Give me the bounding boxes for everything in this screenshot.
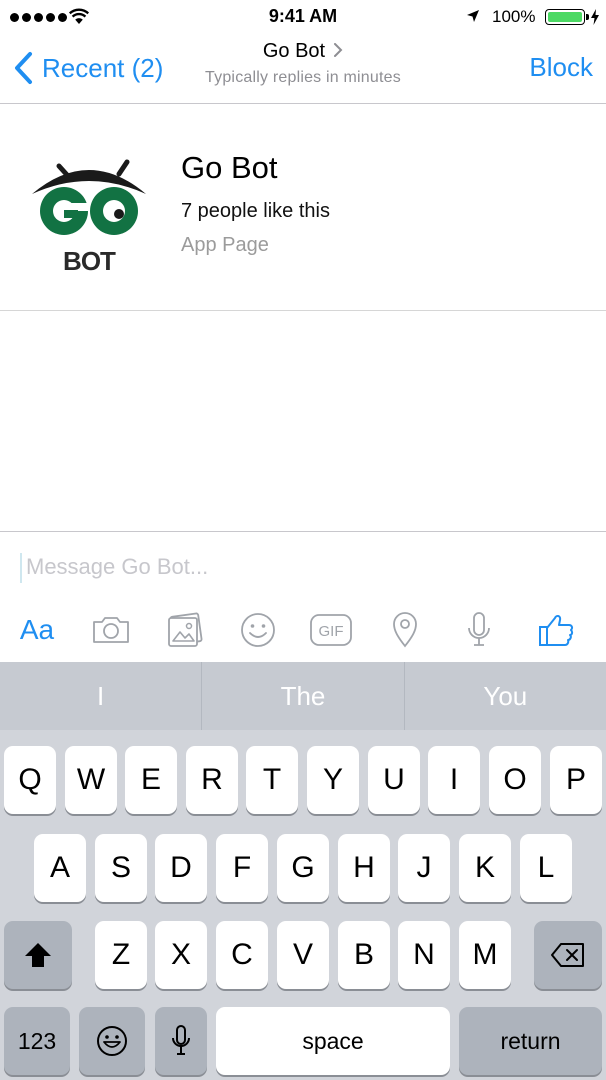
message-input[interactable] bbox=[26, 550, 586, 584]
shift-key[interactable] bbox=[4, 921, 72, 989]
key-y[interactable]: Y bbox=[307, 746, 359, 814]
chevron-right-icon bbox=[334, 43, 343, 57]
microphone-icon[interactable] bbox=[462, 610, 496, 650]
backspace-key[interactable] bbox=[534, 921, 602, 989]
photo-icon[interactable] bbox=[164, 610, 206, 650]
shift-arrow-icon bbox=[25, 943, 51, 967]
key-e[interactable]: E bbox=[125, 746, 177, 814]
key-c[interactable]: C bbox=[216, 921, 268, 989]
page-name: Go Bot bbox=[181, 150, 278, 185]
key-z[interactable]: Z bbox=[95, 921, 147, 989]
navigation-bar: Recent (2) Go Bot Typically replies in m… bbox=[0, 34, 606, 104]
suggestion-2[interactable]: The bbox=[201, 662, 403, 730]
backspace-icon bbox=[551, 943, 584, 967]
key-v[interactable]: V bbox=[277, 921, 329, 989]
keyboard: I The You Q W E R T Y U I O P A S D F G … bbox=[0, 662, 606, 1080]
key-s[interactable]: S bbox=[95, 834, 147, 902]
dictation-microphone-icon bbox=[172, 1025, 190, 1055]
battery-icon bbox=[545, 9, 585, 25]
key-k[interactable]: K bbox=[459, 834, 511, 902]
camera-icon[interactable] bbox=[90, 610, 132, 650]
key-j[interactable]: J bbox=[398, 834, 450, 902]
key-f[interactable]: F bbox=[216, 834, 268, 902]
text-cursor bbox=[20, 553, 22, 583]
chevron-left-icon bbox=[15, 52, 32, 84]
key-o[interactable]: O bbox=[489, 746, 541, 814]
key-q[interactable]: Q bbox=[4, 746, 56, 814]
key-b[interactable]: B bbox=[338, 921, 390, 989]
back-button[interactable]: Recent (2) bbox=[12, 51, 163, 85]
page-likes-count: 7 people like this bbox=[181, 200, 330, 222]
page-type: App Page bbox=[181, 234, 269, 256]
logo-bot-text: BOT bbox=[63, 246, 116, 276]
key-g[interactable]: G bbox=[277, 834, 329, 902]
emoji-icon[interactable] bbox=[238, 610, 278, 650]
charging-bolt-icon bbox=[591, 9, 599, 25]
block-button[interactable]: Block bbox=[529, 52, 593, 83]
suggestion-1[interactable]: I bbox=[0, 662, 201, 730]
key-w[interactable]: W bbox=[65, 746, 117, 814]
key-m[interactable]: M bbox=[459, 921, 511, 989]
key-r[interactable]: R bbox=[186, 746, 238, 814]
key-a[interactable]: A bbox=[34, 834, 86, 902]
gif-label: GIF bbox=[319, 623, 344, 640]
key-t[interactable]: T bbox=[246, 746, 298, 814]
message-composer: Aa GIF bbox=[0, 531, 606, 662]
text-format-label: Aa bbox=[19, 614, 55, 645]
thumbs-up-icon[interactable] bbox=[536, 610, 576, 650]
conversation-title[interactable]: Go Bot Typically replies in minutes bbox=[170, 40, 436, 87]
key-u[interactable]: U bbox=[368, 746, 420, 814]
key-x[interactable]: X bbox=[155, 921, 207, 989]
dictation-key[interactable] bbox=[155, 1007, 207, 1075]
predictive-text-bar: I The You bbox=[0, 662, 606, 730]
suggestion-3[interactable]: You bbox=[403, 662, 606, 730]
location-icon[interactable] bbox=[388, 610, 422, 650]
location-arrow-icon bbox=[467, 10, 479, 22]
return-key[interactable]: return bbox=[459, 1007, 602, 1075]
key-l[interactable]: L bbox=[520, 834, 572, 902]
key-d[interactable]: D bbox=[155, 834, 207, 902]
key-h[interactable]: H bbox=[338, 834, 390, 902]
page-profile-card[interactable]: BOT Go Bot 7 people like this App Page bbox=[0, 104, 606, 311]
key-n[interactable]: N bbox=[398, 921, 450, 989]
emoji-keyboard-key[interactable] bbox=[79, 1007, 145, 1075]
battery-percent: 100% bbox=[492, 7, 536, 26]
nav-subtitle: Typically replies in minutes bbox=[205, 69, 401, 86]
emoji-keyboard-icon bbox=[97, 1026, 127, 1056]
battery-tip bbox=[586, 14, 589, 20]
text-format-icon[interactable]: Aa bbox=[15, 610, 59, 650]
nav-title-text: Go Bot bbox=[262, 40, 326, 62]
go-bot-logo: BOT bbox=[32, 159, 146, 276]
status-bar: 9:41 AM 100% bbox=[0, 0, 606, 34]
space-key[interactable]: space bbox=[216, 1007, 450, 1075]
back-button-label: Recent (2) bbox=[42, 52, 164, 83]
gif-icon[interactable]: GIF bbox=[309, 610, 353, 650]
numbers-key[interactable]: 123 bbox=[4, 1007, 70, 1075]
key-i[interactable]: I bbox=[428, 746, 480, 814]
key-p[interactable]: P bbox=[550, 746, 602, 814]
